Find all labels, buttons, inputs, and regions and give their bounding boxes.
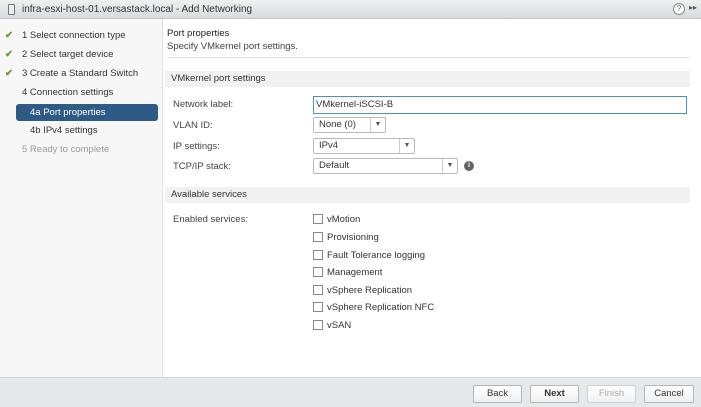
step-connection-settings[interactable]: 4 Connection settings bbox=[0, 84, 163, 101]
page-title: Port properties bbox=[167, 28, 230, 39]
provisioning-checkbox[interactable] bbox=[313, 232, 323, 242]
cancel-button[interactable]: Cancel bbox=[644, 385, 694, 403]
management-label: Management bbox=[327, 267, 383, 278]
vsphere-replication-nfc-label: vSphere Replication NFC bbox=[327, 302, 435, 313]
vsan-label: vSAN bbox=[327, 320, 352, 331]
provisioning-label: Provisioning bbox=[327, 232, 379, 243]
page-subtitle: Specify VMkernel port settings. bbox=[167, 41, 298, 52]
enabled-services-label: Enabled services: bbox=[173, 214, 248, 225]
check-icon: ✔ bbox=[5, 68, 13, 79]
vmotion-label: vMotion bbox=[327, 214, 361, 225]
help-icon[interactable]: ? bbox=[673, 3, 685, 15]
step-ready-to-complete: 5 Ready to complete bbox=[22, 144, 110, 155]
window-title: infra-esxi-host-01.versastack.local - Ad… bbox=[22, 4, 253, 15]
fault-tolerance-checkbox[interactable] bbox=[313, 250, 323, 260]
vsphere-replication-nfc-checkbox[interactable] bbox=[313, 302, 323, 312]
check-icon: ✔ bbox=[5, 30, 13, 41]
vmotion-checkbox[interactable] bbox=[313, 214, 323, 224]
chevron-down-icon: ▼ bbox=[442, 159, 457, 173]
vsan-checkbox[interactable] bbox=[313, 320, 323, 330]
back-button[interactable]: Back bbox=[473, 385, 522, 403]
expand-icon[interactable]: ▸▸ bbox=[689, 3, 697, 12]
check-icon: ✔ bbox=[5, 49, 13, 60]
divider bbox=[167, 57, 690, 58]
chevron-down-icon: ▼ bbox=[370, 118, 385, 132]
footer: Back Next Finish Cancel bbox=[0, 377, 701, 407]
vlan-id-value: None (0) bbox=[319, 119, 356, 130]
network-label-input[interactable]: VMkernel-iSCSI-B bbox=[313, 96, 687, 114]
ip-settings-label: IP settings: bbox=[173, 141, 220, 152]
finish-button: Finish bbox=[587, 385, 636, 403]
step-create-standard-switch[interactable]: ✔ 3 Create a Standard Switch bbox=[0, 65, 163, 82]
title-bar: infra-esxi-host-01.versastack.local - Ad… bbox=[0, 0, 701, 19]
chevron-down-icon: ▼ bbox=[399, 139, 414, 153]
tcpip-stack-label: TCP/IP stack: bbox=[173, 161, 231, 172]
step-select-connection-type[interactable]: ✔ 1 Select connection type bbox=[0, 27, 163, 44]
network-label-label: Network label: bbox=[173, 99, 234, 110]
ip-settings-select[interactable]: IPv4 ▼ bbox=[313, 138, 415, 154]
fault-tolerance-label: Fault Tolerance logging bbox=[327, 250, 426, 261]
host-icon bbox=[8, 4, 15, 15]
wizard-steps: ✔ 1 Select connection type ✔ 2 Select targ… bbox=[0, 19, 163, 377]
section-vmkernel-port-settings: VMkernel port settings bbox=[165, 71, 690, 87]
tcpip-stack-value: Default bbox=[319, 160, 350, 171]
step-select-target-device[interactable]: ✔ 2 Select target device bbox=[0, 46, 163, 63]
tcpip-stack-select[interactable]: Default ▼ bbox=[313, 158, 458, 174]
vsphere-replication-checkbox[interactable] bbox=[313, 285, 323, 295]
info-icon[interactable]: i bbox=[464, 161, 474, 171]
management-checkbox[interactable] bbox=[313, 267, 323, 277]
ip-settings-value: IPv4 bbox=[319, 140, 339, 151]
next-button[interactable]: Next bbox=[530, 385, 579, 403]
vlan-id-label: VLAN ID: bbox=[173, 120, 213, 131]
vsphere-replication-label: vSphere Replication bbox=[327, 285, 413, 296]
step-ipv4-settings[interactable]: 4b IPv4 settings bbox=[0, 122, 163, 139]
section-available-services: Available services bbox=[165, 187, 690, 203]
step-port-properties[interactable]: 4a Port properties bbox=[16, 104, 158, 121]
vlan-id-select[interactable]: None (0) ▼ bbox=[313, 117, 386, 133]
